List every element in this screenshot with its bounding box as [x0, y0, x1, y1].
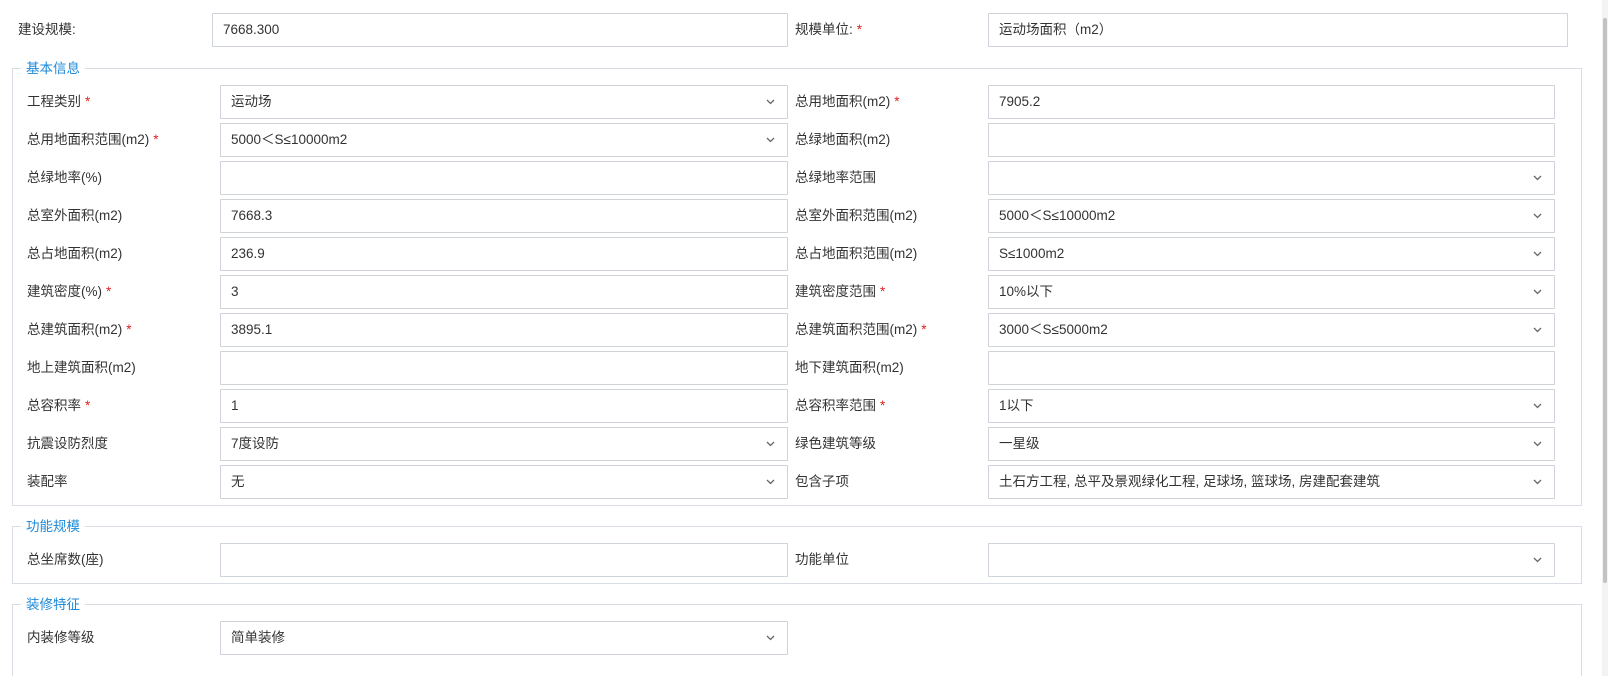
green-grade-select[interactable]: 一星级 — [988, 427, 1555, 461]
chevron-down-icon — [1533, 401, 1542, 410]
chevron-down-icon — [1533, 211, 1542, 220]
seismic-select[interactable]: 7度设防 — [220, 427, 788, 461]
outdoor-area-range-select[interactable]: 5000＜S≤10000m2 — [988, 199, 1555, 233]
chevron-down-icon — [1533, 249, 1542, 258]
assembly-rate-label: 装配率 — [27, 474, 68, 489]
engineering-type-select[interactable]: 运动场 — [220, 85, 788, 119]
green-area-label: 总绿地面积(m2) — [795, 132, 891, 147]
chevron-down-icon — [1533, 287, 1542, 296]
density-range-select[interactable]: 10%以下 — [988, 275, 1555, 309]
footprint-range-select[interactable]: S≤1000m2 — [988, 237, 1555, 271]
unit-label: 规模单位: * — [795, 22, 863, 37]
plot-ratio-input[interactable]: 1 — [220, 389, 788, 423]
chevron-down-icon — [1533, 173, 1542, 182]
footprint-range-label: 总占地面积范围(m2) — [795, 246, 918, 261]
outdoor-area-range-label: 总室外面积范围(m2) — [795, 208, 918, 223]
function-legend: 功能规模 — [21, 518, 85, 535]
green-rate-range-label: 总绿地率范围 — [795, 170, 876, 185]
func-unit-label: 功能单位 — [795, 552, 849, 567]
assembly-rate-select[interactable]: 无 — [220, 465, 788, 499]
seismic-label: 抗震设防烈度 — [27, 436, 108, 451]
scrollbar-thumb[interactable] — [1603, 18, 1607, 583]
seats-input[interactable] — [220, 543, 788, 577]
above-ground-area-input[interactable] — [220, 351, 788, 385]
plot-ratio-range-label: 总容积率范围 * — [795, 398, 886, 413]
sub-items-select[interactable]: 土石方工程, 总平及景观绿化工程, 足球场, 篮球场, 房建配套建筑 — [988, 465, 1555, 499]
green-rate-range-select[interactable] — [988, 161, 1555, 195]
plot-ratio-range-select[interactable]: 1以下 — [988, 389, 1555, 423]
scale-label: 建设规模: — [18, 22, 76, 37]
basic-info-legend: 基本信息 — [21, 60, 85, 77]
vertical-scrollbar[interactable] — [1602, 0, 1608, 676]
chevron-down-icon — [766, 633, 775, 642]
building-density-label: 建筑密度(%) * — [27, 284, 112, 299]
chevron-down-icon — [1533, 439, 1542, 448]
scale-input[interactable]: 7668.300 — [212, 13, 788, 47]
building-density-input[interactable]: 3 — [220, 275, 788, 309]
outdoor-area-label: 总室外面积(m2) — [27, 208, 123, 223]
building-area-range-label: 总建筑面积范围(m2) * — [795, 322, 927, 337]
density-range-label: 建筑密度范围 * — [795, 284, 886, 299]
chevron-down-icon — [766, 97, 775, 106]
unit-input[interactable]: 运动场面积（m2） — [988, 13, 1568, 47]
green-rate-label: 总绿地率(%) — [27, 170, 102, 185]
land-area-range-label: 总用地面积范围(m2) * — [27, 132, 159, 147]
building-area-input[interactable]: 3895.1 — [220, 313, 788, 347]
chevron-down-icon — [766, 439, 775, 448]
decoration-legend: 装修特征 — [21, 596, 85, 613]
chevron-down-icon — [1533, 555, 1542, 564]
interior-grade-select[interactable]: 简单装修 — [220, 621, 788, 655]
green-grade-label: 绿色建筑等级 — [795, 436, 876, 451]
underground-area-label: 地下建筑面积(m2) — [795, 360, 904, 375]
footprint-area-label: 总占地面积(m2) — [27, 246, 123, 261]
green-area-input[interactable] — [988, 123, 1555, 157]
plot-ratio-label: 总容积率 * — [27, 398, 91, 413]
footprint-area-input[interactable]: 236.9 — [220, 237, 788, 271]
building-area-range-select[interactable]: 3000＜S≤5000m2 — [988, 313, 1555, 347]
chevron-down-icon — [766, 135, 775, 144]
chevron-down-icon — [1533, 325, 1542, 334]
land-area-range-select[interactable]: 5000＜S≤10000m2 — [220, 123, 788, 157]
total-land-area-input[interactable]: 7905.2 — [988, 85, 1555, 119]
interior-grade-label: 内装修等级 — [27, 630, 95, 645]
outdoor-area-input[interactable]: 7668.3 — [220, 199, 788, 233]
engineering-type-label: 工程类别 * — [27, 94, 91, 109]
chevron-down-icon — [1533, 477, 1542, 486]
seats-label: 总坐席数(座) — [27, 552, 104, 567]
above-ground-area-label: 地上建筑面积(m2) — [27, 360, 136, 375]
total-land-area-label: 总用地面积(m2) * — [795, 94, 900, 109]
green-rate-input[interactable] — [220, 161, 788, 195]
func-unit-select[interactable] — [988, 543, 1555, 577]
sub-items-label: 包含子项 — [795, 474, 849, 489]
underground-area-input[interactable] — [988, 351, 1555, 385]
building-area-label: 总建筑面积(m2) * — [27, 322, 132, 337]
chevron-down-icon — [766, 477, 775, 486]
